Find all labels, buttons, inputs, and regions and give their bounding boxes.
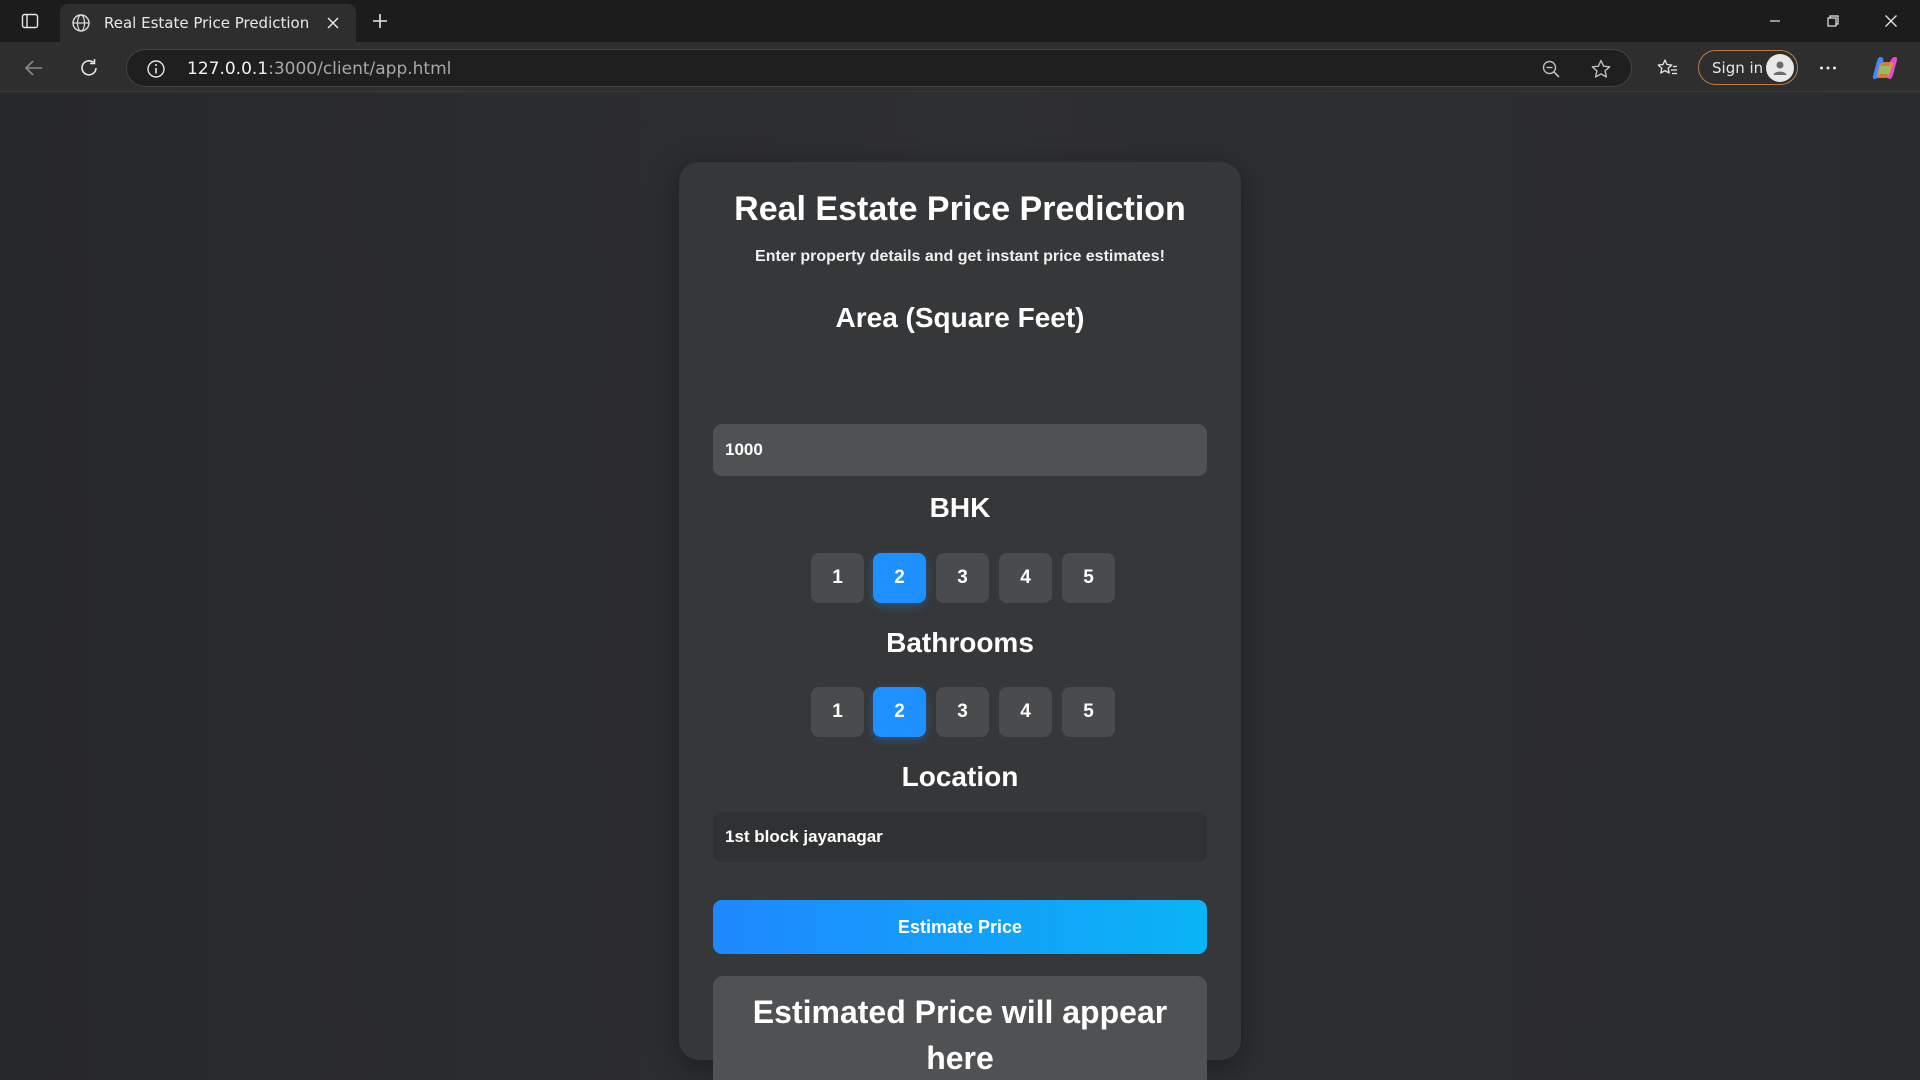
globe-icon [70, 12, 92, 34]
bathrooms-option-2[interactable]: 2 [873, 687, 926, 737]
area-input[interactable]: 1000 [713, 424, 1207, 476]
zoom-out-icon[interactable] [1539, 57, 1563, 81]
address-bar[interactable]: 127.0.0.1:3000/client/app.html [126, 49, 1632, 87]
bathrooms-label: Bathrooms [886, 627, 1034, 658]
browser-titlebar: Real Estate Price Prediction [0, 0, 1920, 42]
tab-actions-icon[interactable] [10, 5, 50, 37]
location-select[interactable]: 1st block jayanagar [713, 812, 1207, 862]
bhk-label: BHK [929, 492, 991, 523]
copilot-icon[interactable] [1867, 50, 1903, 86]
estimated-price-output: Estimated Price will appear here [713, 976, 1207, 1080]
estimate-price-button[interactable]: Estimate Price [713, 900, 1207, 954]
prediction-card: Real Estate Price Prediction Enter prope… [679, 162, 1241, 1080]
sign-in-label: Sign in [1712, 58, 1764, 77]
area-label: Area (Square Feet) [835, 302, 1085, 333]
avatar-icon [1766, 54, 1794, 82]
reload-icon[interactable] [71, 50, 107, 86]
star-icon[interactable] [1589, 57, 1613, 81]
page-subtitle: Enter property details and get instant p… [755, 248, 1165, 265]
bhk-option-4[interactable]: 4 [999, 553, 1052, 603]
favorites-icon[interactable] [1650, 50, 1686, 86]
browser-toolbar: 127.0.0.1:3000/client/app.html Sign in [0, 42, 1920, 92]
back-icon[interactable] [16, 50, 52, 86]
info-icon[interactable] [145, 58, 167, 80]
window-close-icon[interactable] [1862, 0, 1920, 42]
plus-icon[interactable] [366, 8, 394, 34]
sign-in-button[interactable]: Sign in [1698, 50, 1798, 85]
url-host: 127.0.0.1 [187, 59, 269, 79]
bhk-option-5[interactable]: 5 [1062, 553, 1115, 603]
bathrooms-option-1[interactable]: 1 [811, 687, 864, 737]
close-icon[interactable] [322, 12, 344, 34]
page-viewport: Real Estate Price Prediction Enter prope… [0, 93, 1920, 1080]
page-title: Real Estate Price Prediction [734, 190, 1186, 228]
location-label: Location [901, 761, 1019, 792]
bathrooms-options: 1 2 3 4 5 [811, 687, 1115, 739]
minimize-icon[interactable] [1746, 0, 1804, 42]
bathrooms-option-5[interactable]: 5 [1062, 687, 1115, 737]
more-icon[interactable] [1810, 50, 1846, 86]
tab-title: Real Estate Price Prediction [104, 14, 310, 32]
bhk-options: 1 2 3 4 5 [811, 553, 1115, 605]
address-url: 127.0.0.1:3000/client/app.html [187, 59, 451, 79]
browser-tab[interactable]: Real Estate Price Prediction [60, 4, 356, 42]
bhk-option-3[interactable]: 3 [936, 553, 989, 603]
bhk-option-1[interactable]: 1 [811, 553, 864, 603]
bathrooms-option-4[interactable]: 4 [999, 687, 1052, 737]
url-path: :3000/client/app.html [268, 59, 452, 79]
bathrooms-option-3[interactable]: 3 [936, 687, 989, 737]
restore-icon[interactable] [1804, 0, 1862, 42]
bhk-option-2[interactable]: 2 [873, 553, 926, 603]
